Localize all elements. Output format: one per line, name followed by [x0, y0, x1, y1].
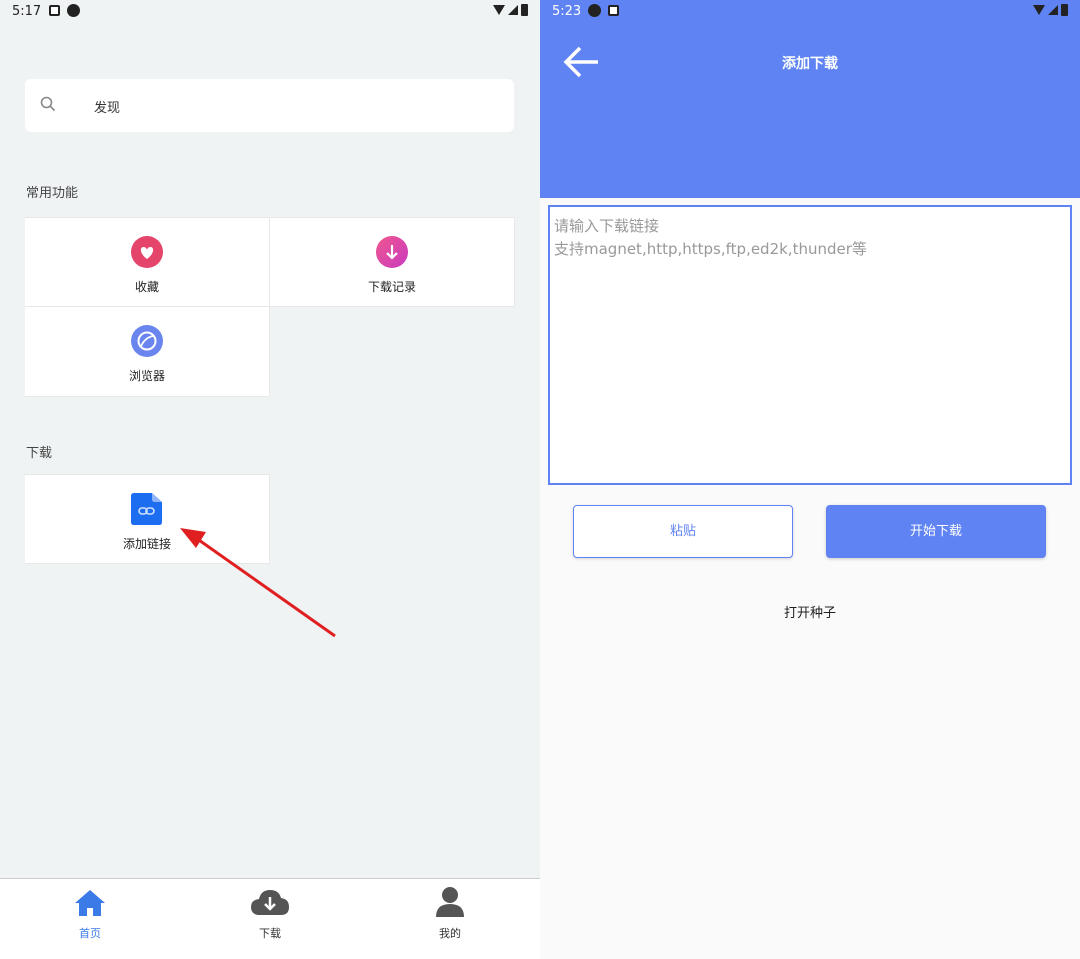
- input-placeholder: 请输入下载链接 支持magnet,http,https,ftp,ed2k,thu…: [554, 215, 867, 261]
- tile-label: 添加链接: [122, 537, 171, 551]
- wifi-icon: [493, 5, 505, 15]
- start-download-button[interactable]: 开始下载: [826, 505, 1046, 558]
- section-title-download: 下载: [26, 446, 53, 461]
- status-time: 5:17: [12, 4, 42, 19]
- placeholder-line-2: 支持magnet,http,https,ftp,ed2k,thunder等: [554, 240, 867, 258]
- nav-download[interactable]: 下载: [180, 879, 360, 959]
- home-icon: [75, 890, 105, 916]
- status-time: 5:23: [552, 4, 582, 19]
- wifi-icon: [1033, 5, 1045, 15]
- paste-button[interactable]: 粘贴: [573, 505, 793, 558]
- download-arrow-icon: [376, 236, 408, 268]
- nav-home[interactable]: 首页: [0, 879, 180, 959]
- section-title-common: 常用功能: [26, 186, 79, 201]
- tile-favorites[interactable]: 收藏: [25, 217, 270, 307]
- nav-label: 首页: [79, 927, 101, 940]
- status-bar: 5:23: [540, 0, 1080, 24]
- battery-icon: [1061, 4, 1068, 16]
- status-bar: 5:17: [0, 0, 540, 24]
- tile-label: 浏览器: [128, 369, 165, 383]
- browser-icon: [131, 325, 163, 357]
- link-file-icon: [131, 493, 162, 525]
- search-placeholder: 发现: [94, 101, 121, 116]
- cloud-download-icon: [251, 890, 289, 915]
- bottom-navigation: 首页 下载 我的: [0, 878, 540, 959]
- page-title: 添加下载: [782, 56, 838, 72]
- signal-icon: [508, 5, 518, 15]
- notification-icon: [608, 5, 619, 16]
- nav-mine[interactable]: 我的: [360, 879, 540, 959]
- system-icons: [493, 4, 528, 16]
- search-icon: [40, 96, 56, 112]
- nav-label: 下载: [259, 927, 281, 940]
- tile-label: 收藏: [134, 280, 159, 294]
- tile-browser[interactable]: 浏览器: [25, 307, 270, 397]
- home-screen: 5:17 发现 常用功能 收藏 下载记录 浏览器 下载 添加链接 首页 下载 我…: [0, 0, 540, 959]
- system-icons: [1033, 4, 1068, 16]
- tile-download-history[interactable]: 下载记录: [270, 217, 515, 307]
- record-dot-icon: [67, 4, 80, 17]
- record-dot-icon: [588, 4, 601, 17]
- nav-label: 我的: [439, 927, 461, 940]
- tile-add-link[interactable]: 添加链接: [25, 474, 270, 564]
- download-link-input[interactable]: 请输入下载链接 支持magnet,http,https,ftp,ed2k,thu…: [548, 205, 1072, 485]
- open-torrent-link[interactable]: 打开种子: [540, 602, 1080, 621]
- signal-icon: [1048, 5, 1058, 15]
- heart-icon: [131, 236, 163, 268]
- placeholder-line-1: 请输入下载链接: [554, 217, 660, 235]
- battery-icon: [521, 4, 528, 16]
- app-bar: 5:23 添加下载: [540, 0, 1080, 198]
- search-bar[interactable]: 发现: [25, 79, 514, 132]
- user-icon: [436, 887, 464, 917]
- notification-icon: [49, 5, 60, 16]
- tile-label: 下载记录: [367, 280, 416, 294]
